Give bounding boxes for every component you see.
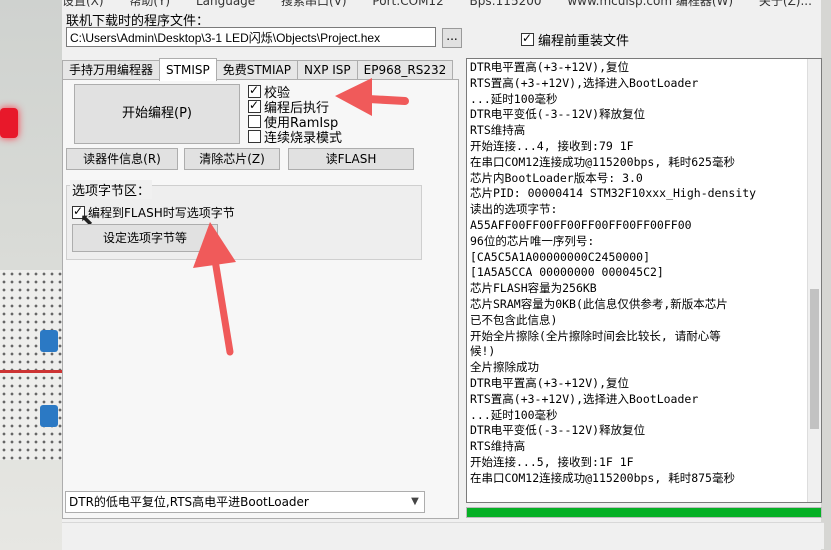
log-output[interactable]: DTR电平置高(+3-+12V),复位 RTS置高(+3-+12V),选择进入Bo… (466, 58, 822, 503)
log-line: DTR电平变低(-3--12V)释放复位 (470, 107, 646, 122)
read-device-info-button[interactable]: 读器件信息(R) (66, 148, 178, 170)
set-option-bytes-button[interactable]: 设定选项字节等 (72, 224, 218, 252)
menu-item-settings[interactable]: 设置(X) (62, 0, 104, 8)
menu-item-search-port[interactable]: 搜索串口(V) (281, 0, 347, 8)
menu-item-port[interactable]: Port:COM12 (372, 0, 443, 8)
menu-item-programmer[interactable]: www.mcuisp.com 编程器(W) (567, 0, 733, 8)
log-line: 在串口COM12连接成功@115200bps, 耗时875毫秒 (470, 470, 735, 485)
menu-item-about[interactable]: 关于(Z)... (759, 0, 812, 8)
checkbox-unchecked-icon[interactable] (248, 129, 261, 143)
reset-mode-select[interactable]: DTR的低电平复位,RTS高电平进BootLoader ▼ (65, 491, 425, 513)
file-path-input[interactable]: C:\Users\Admin\Desktop\3-1 LED闪烁\Objects… (66, 27, 436, 47)
log-line: 读出的选项字节: (470, 202, 558, 217)
background-photo (0, 0, 62, 550)
blue-component (40, 405, 58, 427)
blue-component (40, 330, 58, 352)
log-line: 芯片FLASH容量为256KB (470, 281, 597, 296)
log-scrollbar[interactable] (807, 59, 821, 502)
log-lines: DTR电平置高(+3-+12V),复位 RTS置高(+3-+12V),选择进入Bo… (470, 60, 818, 487)
reload-label: 编程前重装文件 (538, 34, 630, 49)
log-line: ...延时100毫秒 (470, 91, 558, 106)
log-line: 候!) (470, 344, 496, 359)
tab-stmiap[interactable]: 免费STMIAP (215, 60, 299, 80)
tab-handheld[interactable]: 手持万用编程器 (62, 60, 161, 80)
reload-before-program-checkbox[interactable]: 编程前重装文件 (521, 30, 629, 49)
read-flash-button[interactable]: 读FLASH (288, 148, 414, 170)
log-line: 开始连接...5, 接收到:1F 1F (470, 454, 634, 469)
progress-bar (466, 507, 822, 518)
breadboard-rail (0, 370, 62, 373)
start-program-button[interactable]: 开始编程(P) (74, 84, 240, 144)
log-line: RTS置高(+3-+12V),选择进入BootLoader (470, 391, 699, 406)
log-line: DTR电平置高(+3-+12V),复位 (470, 375, 630, 390)
log-line: RTS维持高 (470, 439, 526, 454)
log-line: 全片擦除成功 (470, 360, 539, 375)
log-line: [1A5A5CCA 00000000 000045C2] (470, 265, 664, 280)
checkbox-checked-icon[interactable] (521, 31, 534, 46)
status-bar (62, 522, 824, 549)
red-led (0, 108, 18, 138)
tab-ep968[interactable]: EP968_RS232 (356, 60, 454, 80)
log-line: A55AFF00FF00FF00FF00FF00FF00FF00 (470, 217, 692, 232)
background-edge (821, 0, 831, 550)
tab-bar: 手持万用编程器 STMISP 免费STMIAP NXP ISP EP968_RS… (62, 58, 454, 81)
stmisp-panel (62, 79, 459, 519)
log-line: 开始连接...4, 接收到:79 1F (470, 138, 634, 153)
log-line: 芯片内BootLoader版本号: 3.0 (470, 170, 643, 185)
write-option-bytes-label: 编程到FLASH时写选项字节 (88, 206, 235, 220)
menu-item-bps[interactable]: Bps:115200 (470, 0, 542, 8)
checkbox-checked-icon[interactable] (248, 98, 261, 113)
log-line: 96位的芯片唯一序列号: (470, 233, 595, 248)
log-line: DTR电平变低(-3--12V)释放复位 (470, 423, 646, 438)
option-bytes-title: 选项字节区： (70, 180, 153, 199)
menu-item-language[interactable]: Language (196, 0, 255, 8)
log-line: 已不包含此信息) (470, 312, 558, 327)
tab-stmisp[interactable]: STMISP (159, 58, 217, 81)
chevron-down-icon[interactable]: ▼ (406, 492, 424, 512)
log-line: ...延时100毫秒 (470, 407, 558, 422)
log-line: 在串口COM12连接成功@115200bps, 耗时625毫秒 (470, 154, 735, 169)
menu-item-help[interactable]: 帮助(Y) (129, 0, 170, 8)
log-line: RTS置高(+3-+12V),选择进入BootLoader (470, 75, 699, 90)
log-line: 芯片PID: 00000414 STM32F10xxx_High-density (470, 186, 757, 201)
menu-bar: 设置(X) 帮助(Y) Language 搜索串口(V) Port:COM12 … (62, 0, 822, 8)
reset-mode-value: DTR的低电平复位,RTS高电平进BootLoader (69, 495, 309, 509)
browse-button[interactable]: ... (442, 28, 462, 48)
clear-chip-button[interactable]: 清除芯片(Z) (184, 148, 280, 170)
continuous-mode-checkbox[interactable]: 连续烧录模式 (248, 129, 343, 146)
continuous-label: 连续烧录模式 (264, 130, 343, 146)
breadboard (0, 270, 62, 460)
tab-nxp-isp[interactable]: NXP ISP (297, 60, 358, 80)
checkbox-unchecked-icon[interactable] (248, 114, 261, 128)
log-line: 开始全片擦除(全片擦除时间会比较长, 请耐心等 (470, 328, 721, 343)
log-line: 芯片SRAM容量为0KB(此信息仅供参考,新版本芯片 (470, 296, 728, 311)
log-line: DTR电平置高(+3-+12V),复位 (470, 60, 630, 74)
scrollbar-thumb[interactable] (810, 289, 819, 429)
log-line: [CA5C5A1A00000000C2450000] (470, 249, 651, 264)
checkbox-checked-icon[interactable] (248, 83, 261, 98)
write-option-bytes-checkbox[interactable]: 编程到FLASH时写选项字节 (72, 204, 235, 221)
log-line: RTS维持高 (470, 123, 526, 138)
